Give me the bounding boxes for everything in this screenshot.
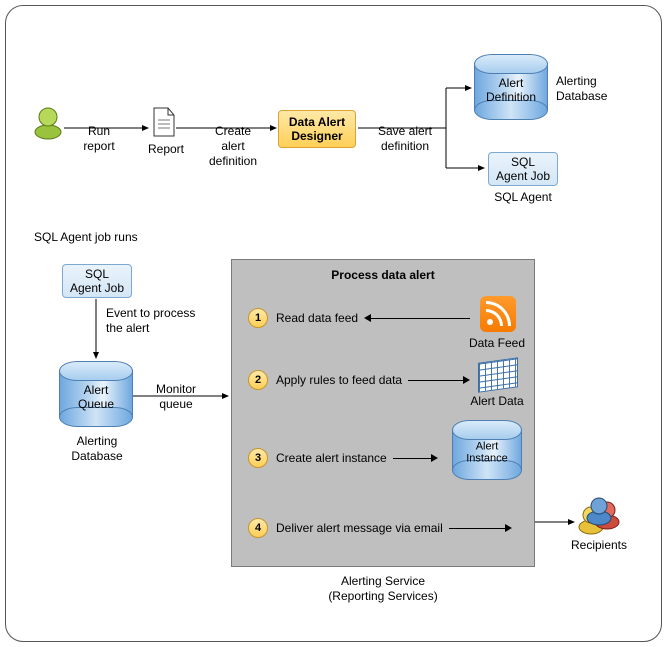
step-1-arrow [364,313,470,323]
alert-data-icon [478,357,518,393]
monitor-queue-label: Monitor queue [146,382,206,412]
step-4-number: 4 [248,518,268,538]
alert-definition-label: Alert Definition [474,76,548,104]
report-label: Report [143,142,189,157]
recipients-label: Recipients [566,538,632,553]
report-icon [152,106,176,138]
step-3-number: 3 [248,448,268,468]
alerting-database-label-top: Alerting Database [556,74,616,104]
alert-queue-db-icon: Alert Queue [59,361,133,427]
step-4-arrow [449,523,512,533]
data-feed-label: Data Feed [466,336,528,351]
alerting-service-caption: Alerting Service (Reporting Services) [231,574,535,604]
data-alert-designer-box: Data Alert Designer [278,110,356,148]
step-1-number: 1 [248,308,268,328]
alert-data-label: Alert Data [466,394,528,409]
alert-instance-label: Alert Instance [452,440,522,464]
diagram-frame: Run report Report Create alert definitio… [5,5,662,642]
step-2-number: 2 [248,370,268,390]
step-1-text: Read data feed [276,311,358,325]
alert-queue-label: Alert Queue [59,383,133,411]
sql-agent-label: SQL Agent [486,190,560,205]
alert-definition-db-icon: Alert Definition [474,54,548,120]
step-3-arrow [393,453,438,463]
process-title: Process data alert [232,268,534,282]
user-icon [32,104,64,140]
step-2-arrow [408,375,470,385]
step-4-row: 4 Deliver alert message via email [248,518,518,538]
run-report-label: Run report [72,124,126,154]
step-2-text: Apply rules to feed data [276,373,402,387]
alerting-database-label-mid: Alerting Database [54,434,140,464]
sql-agent-job-box-mid: SQL Agent Job [62,264,132,298]
recipients-icon [574,492,622,536]
create-alert-def-label: Create alert definition [198,124,268,169]
sql-agent-job-box-top: SQL Agent Job [488,152,558,186]
data-feed-icon [480,296,516,332]
process-data-alert-box: Process data alert 1 Read data feed Data… [231,259,535,567]
step-4-text: Deliver alert message via email [276,521,443,535]
event-to-process-label: Event to process the alert [106,306,216,336]
save-alert-def-label: Save alert definition [368,124,442,154]
step-1-row: 1 Read data feed [248,308,518,328]
alert-instance-db-icon: Alert Instance [452,420,522,480]
sql-agent-job-runs-label: SQL Agent job runs [34,230,138,245]
step-3-text: Create alert instance [276,451,387,465]
